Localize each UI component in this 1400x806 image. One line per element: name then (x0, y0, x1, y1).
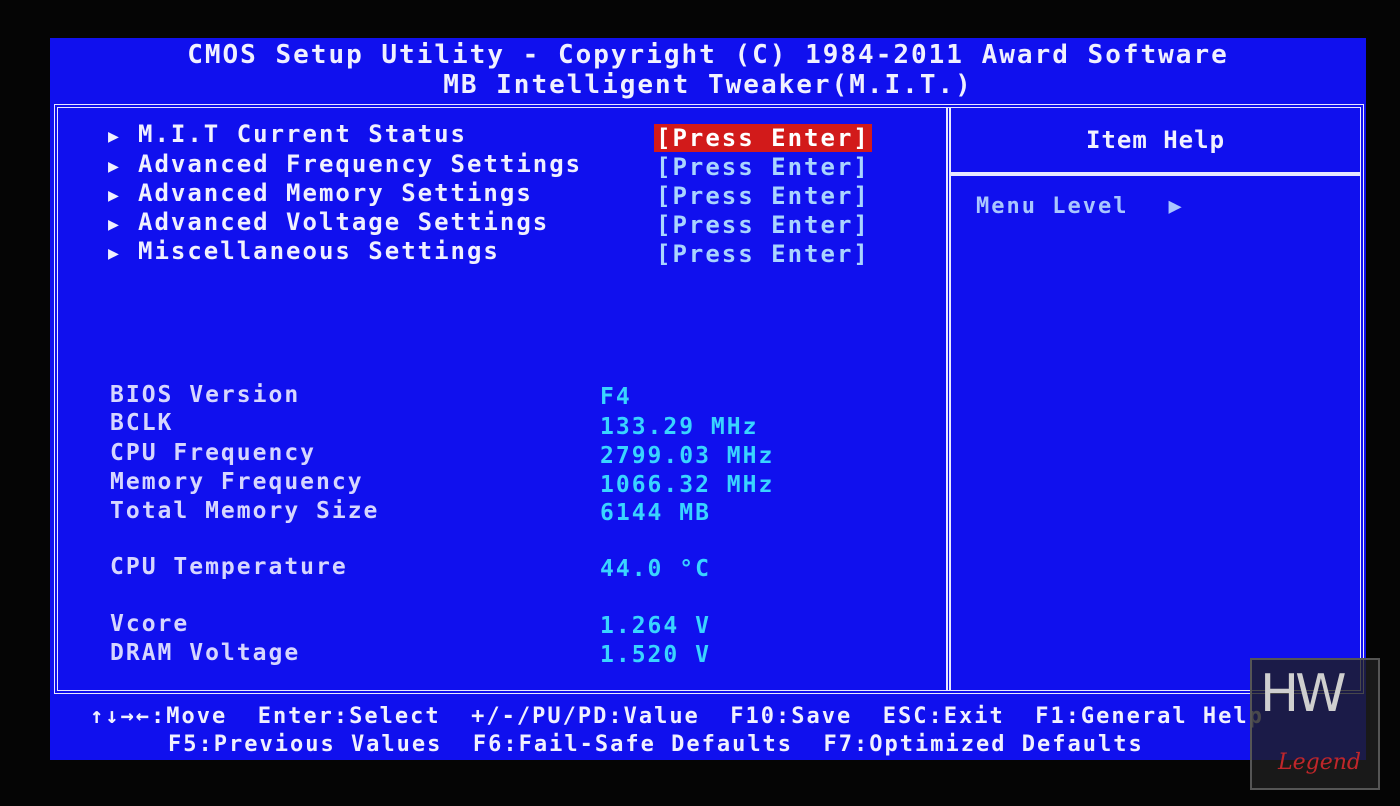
press-enter-advanced-memory-settings[interactable]: [Press Enter] (654, 182, 872, 210)
logo-word: Legend (1278, 750, 1361, 775)
key-help-line-1: ↑↓→←:Move Enter:Select +/-/PU/PD:Value F… (90, 704, 1264, 729)
menu-item-advanced-voltage-settings[interactable]: ▶ Advanced Voltage Settings (108, 208, 549, 236)
triangle-right-icon: ▶ (108, 185, 121, 206)
menu-item-label: Advanced Frequency Settings (138, 150, 583, 178)
info-value-vcore: 1.264 V (600, 613, 711, 639)
watermark-logo: HW Legend (1250, 658, 1380, 790)
info-label-total-memory-size: Total Memory Size (110, 498, 380, 524)
info-label-dram-voltage: DRAM Voltage (110, 640, 301, 666)
press-enter-advanced-voltage-settings[interactable]: [Press Enter] (654, 211, 872, 239)
bios-screen: CMOS Setup Utility - Copyright (C) 1984-… (50, 38, 1366, 760)
panel-divider (946, 108, 951, 690)
info-value-total-memory-size: 6144 MB (600, 500, 711, 526)
press-enter-mit-current-status[interactable]: [Press Enter] (654, 124, 872, 152)
info-value-cpu-temperature: 44.0 °C (600, 556, 711, 582)
press-enter-advanced-frequency-settings[interactable]: [Press Enter] (654, 153, 872, 181)
triangle-right-icon: ▶ (108, 214, 121, 235)
menu-item-mit-current-status[interactable]: ▶ M.I.T Current Status (108, 120, 467, 148)
triangle-right-icon: ▶ (1168, 194, 1184, 219)
triangle-right-icon: ▶ (108, 156, 121, 177)
menu-item-label: M.I.T Current Status (138, 120, 467, 148)
info-label-memory-frequency: Memory Frequency (110, 469, 364, 495)
info-label-bios-version: BIOS Version (110, 382, 301, 408)
info-value-dram-voltage: 1.520 V (600, 642, 711, 668)
menu-item-miscellaneous-settings[interactable]: ▶ Miscellaneous Settings (108, 237, 500, 265)
logo-mark: HW (1260, 664, 1347, 724)
menu-item-label: Advanced Memory Settings (138, 179, 533, 207)
menu-item-label: Advanced Voltage Settings (138, 208, 550, 236)
info-value-cpu-frequency: 2799.03 MHz (600, 443, 775, 469)
triangle-right-icon: ▶ (108, 243, 121, 264)
main-frame: ▶ M.I.T Current Status [Press Enter] ▶ Adv… (54, 104, 1364, 694)
info-value-memory-frequency: 1066.32 MHz (600, 472, 775, 498)
menu-level: Menu Level ▶ (976, 194, 1184, 219)
info-label-cpu-frequency: CPU Frequency (110, 440, 317, 466)
info-label-cpu-temperature: CPU Temperature (110, 554, 348, 580)
menu-item-label: Miscellaneous Settings (138, 237, 500, 265)
info-label-bclk: BCLK (110, 410, 174, 436)
window-title: CMOS Setup Utility - Copyright (C) 1984-… (187, 40, 1229, 70)
press-enter-miscellaneous-settings[interactable]: [Press Enter] (654, 240, 872, 268)
menu-item-advanced-frequency-settings[interactable]: ▶ Advanced Frequency Settings (108, 150, 582, 178)
key-help-line-2: F5:Previous Values F6:Fail-Safe Defaults… (168, 732, 1144, 757)
page-title: MB Intelligent Tweaker(M.I.T.) (443, 70, 973, 100)
triangle-right-icon: ▶ (108, 126, 121, 147)
info-value-bios-version: F4 (600, 384, 632, 410)
info-value-bclk: 133.29 MHz (600, 414, 759, 440)
info-label-vcore: Vcore (110, 611, 190, 637)
item-help-divider (951, 172, 1360, 176)
menu-level-label: Menu Level (976, 194, 1129, 219)
menu-item-advanced-memory-settings[interactable]: ▶ Advanced Memory Settings (108, 179, 533, 207)
item-help-title: Item Help (1085, 126, 1226, 154)
